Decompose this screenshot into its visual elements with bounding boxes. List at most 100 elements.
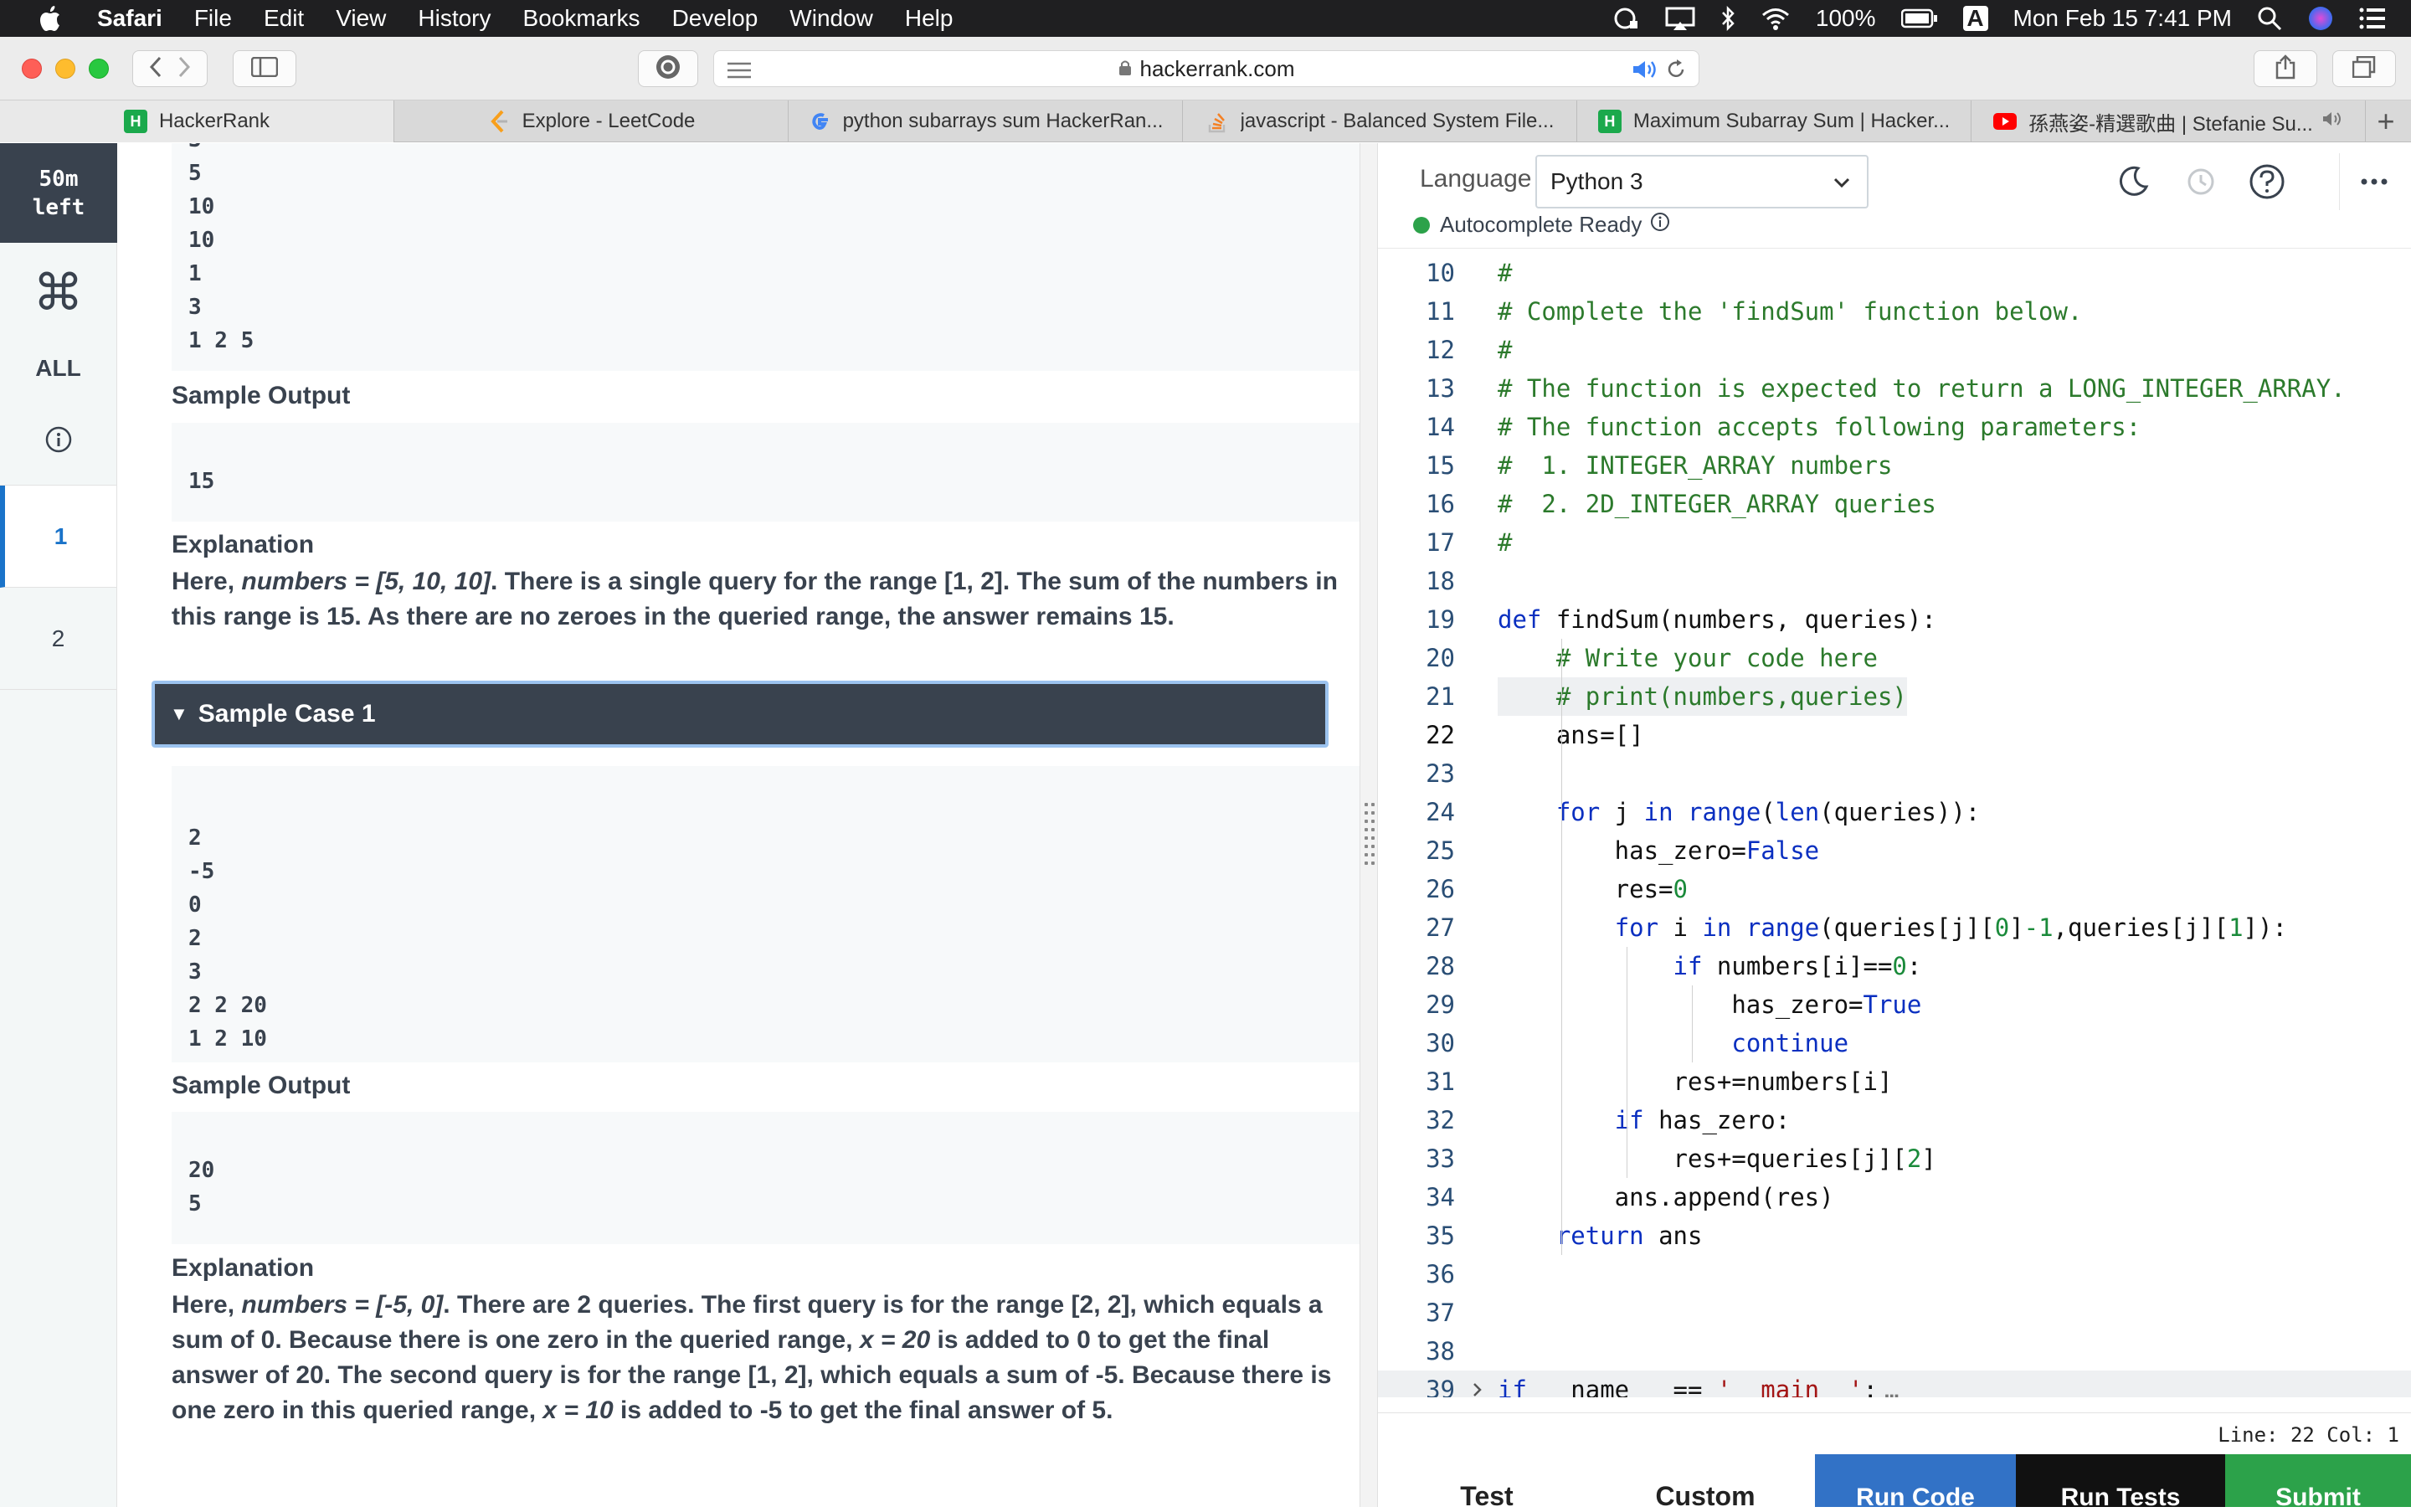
menu-window[interactable]: Window [789,5,873,32]
code-line[interactable]: 37 [1378,1293,2411,1332]
code-line[interactable]: 22 ans=[] [1378,716,2411,754]
info-icon[interactable] [0,393,116,486]
code-area[interactable]: 10 #11 # Complete the 'findSum' function b… [1378,249,2411,1397]
spotlight-search-icon[interactable] [2257,6,2282,31]
line-number: 39 [1426,1376,1455,1397]
code-line[interactable]: 10 # [1378,254,2411,292]
pane-splitter[interactable] [1360,143,1378,1507]
code-line[interactable]: 18 [1378,562,2411,600]
bluetooth-icon[interactable] [1720,6,1735,31]
airplay-icon[interactable] [1665,6,1695,31]
code-token: if [1498,1376,1527,1397]
code-line[interactable]: 25 has_zero=False [1378,831,2411,870]
sample-case-1-toggle[interactable]: ▼ Sample Case 1 [152,681,1329,748]
siri-icon[interactable] [2307,5,2334,32]
sample-output-heading: Sample Output [172,1072,351,1099]
menu-bookmarks[interactable]: Bookmarks [523,5,640,32]
code-line[interactable]: 13 # The function is expected to return a… [1378,369,2411,408]
code-line[interactable]: 19 def findSum(numbers, queries): [1378,600,2411,639]
code-line[interactable]: 36 [1378,1255,2411,1293]
menu-file[interactable]: File [194,5,232,32]
audio-playing-icon[interactable] [1632,59,1658,85]
code-line[interactable]: 31 res+=numbers[i] [1378,1062,2411,1101]
info-icon[interactable] [1650,212,1670,238]
line-source: if has_zero: [1498,1101,1791,1139]
wifi-icon[interactable] [1761,6,1791,31]
code-line[interactable]: 38 [1378,1332,2411,1371]
menu-app-safari[interactable]: Safari [97,5,162,32]
fold-chevron-icon[interactable] [1470,1371,1485,1397]
history-icon[interactable] [2180,162,2220,202]
battery-icon[interactable] [1900,8,1938,29]
window-close-button[interactable] [22,59,42,79]
sidebar-toggle-button[interactable] [233,50,296,87]
code-line[interactable]: 15 # 1. INTEGER_ARRAY numbers [1378,446,2411,485]
browser-tab-youtube[interactable]: 孫燕姿-精選歌曲 | Stefanie Su... [1971,100,2366,142]
custom-tab[interactable]: Custom [1596,1454,1815,1511]
test-tab[interactable]: Test [1378,1454,1596,1511]
grammarly-icon[interactable] [1613,6,1640,31]
question-1-link[interactable]: 1 [0,486,116,588]
question-2-link[interactable]: 2 [0,588,116,690]
menu-develop[interactable]: Develop [672,5,758,32]
editor-action-bar: Test Custom Run Code Run Tests Submit [1378,1454,2411,1511]
code-line[interactable]: 11 # Complete the 'findSum' function belo… [1378,292,2411,331]
code-line[interactable]: 32 if has_zero: [1378,1101,2411,1139]
code-line[interactable]: 20 # Write your code here [1378,639,2411,677]
code-line[interactable]: 29 has_zero=True [1378,985,2411,1024]
language-select[interactable]: Python 3 [1535,155,1869,208]
browser-tab-leetcode[interactable]: Explore - LeetCode [394,100,789,142]
code-line[interactable]: 28 if numbers[i]==0: [1378,947,2411,985]
code-line[interactable]: 24 for j in range(len(queries)): [1378,793,2411,831]
code-line[interactable]: 17 # [1378,523,2411,562]
dark-mode-icon[interactable] [2113,162,2153,202]
browser-tab-stackoverflow[interactable]: javascript - Balanced System File... [1183,100,1577,142]
run-tests-button[interactable]: Run Tests [2016,1454,2225,1511]
menubar-clock[interactable]: Mon Feb 15 7:41 PM [2013,5,2232,32]
code-line[interactable]: 14 # The function accepts following param… [1378,408,2411,446]
code-line[interactable]: 33 res+=queries[j][2] [1378,1139,2411,1178]
code-line[interactable]: 16 # 2. 2D_INTEGER_ARRAY queries [1378,485,2411,523]
run-code-button[interactable]: Run Code [1815,1454,2016,1511]
browser-tab-google[interactable]: python subarrays sum HackerRan... [789,100,1183,142]
more-options-icon[interactable] [2339,153,2408,210]
window-minimize-button[interactable] [55,59,75,79]
code-line[interactable]: 21 # print(numbers,queries) [1378,677,2411,716]
indent-guide [1561,639,1562,1255]
menu-help[interactable]: Help [905,5,954,32]
grammarly-extension-button[interactable] [638,50,698,87]
code-line[interactable]: 12 # [1378,331,2411,369]
notification-center-icon[interactable] [2359,8,2386,29]
code-line[interactable]: 39 if __name__ == '__main__':… [1378,1371,2411,1397]
browser-tab-hackerrank-2[interactable]: H Maximum Subarray Sum | Hacker... [1577,100,1971,142]
reload-icon[interactable] [1665,59,1687,86]
address-bar[interactable]: hackerrank.com [713,50,1699,87]
tab-audio-icon[interactable] [2321,110,2343,133]
window-zoom-button[interactable] [89,59,109,79]
input-line: 2 [188,926,202,951]
code-line[interactable]: 30 continue [1378,1024,2411,1062]
help-icon[interactable] [2247,162,2287,202]
menu-edit[interactable]: Edit [264,5,304,32]
drag-handle-icon[interactable] [1365,803,1375,867]
submit-button[interactable]: Submit [2225,1454,2411,1511]
browser-tab-hackerrank[interactable]: H HackerRank [0,100,394,142]
code-line[interactable]: 27 for i in range(queries[j][0]-1,querie… [1378,908,2411,947]
apple-icon[interactable] [32,6,69,31]
new-tab-button[interactable]: + [2366,100,2406,142]
input-source-icon[interactable]: A [1962,5,1988,31]
menu-history[interactable]: History [418,5,491,32]
line-number: 16 [1426,490,1455,518]
menu-view[interactable]: View [336,5,386,32]
code-line[interactable]: 23 [1378,754,2411,793]
code-line[interactable]: 35 return ans [1378,1216,2411,1255]
code-line[interactable]: 26 res=0 [1378,870,2411,908]
reader-icon[interactable] [726,59,753,85]
command-icon[interactable]: ⌘ [0,243,116,343]
all-questions-link[interactable]: ALL [0,343,116,393]
back-icon[interactable] [149,56,162,82]
forward-icon[interactable] [177,56,191,82]
share-button[interactable] [2254,50,2317,87]
tab-overview-button[interactable] [2332,50,2396,87]
code-line[interactable]: 34 ans.append(res) [1378,1178,2411,1216]
